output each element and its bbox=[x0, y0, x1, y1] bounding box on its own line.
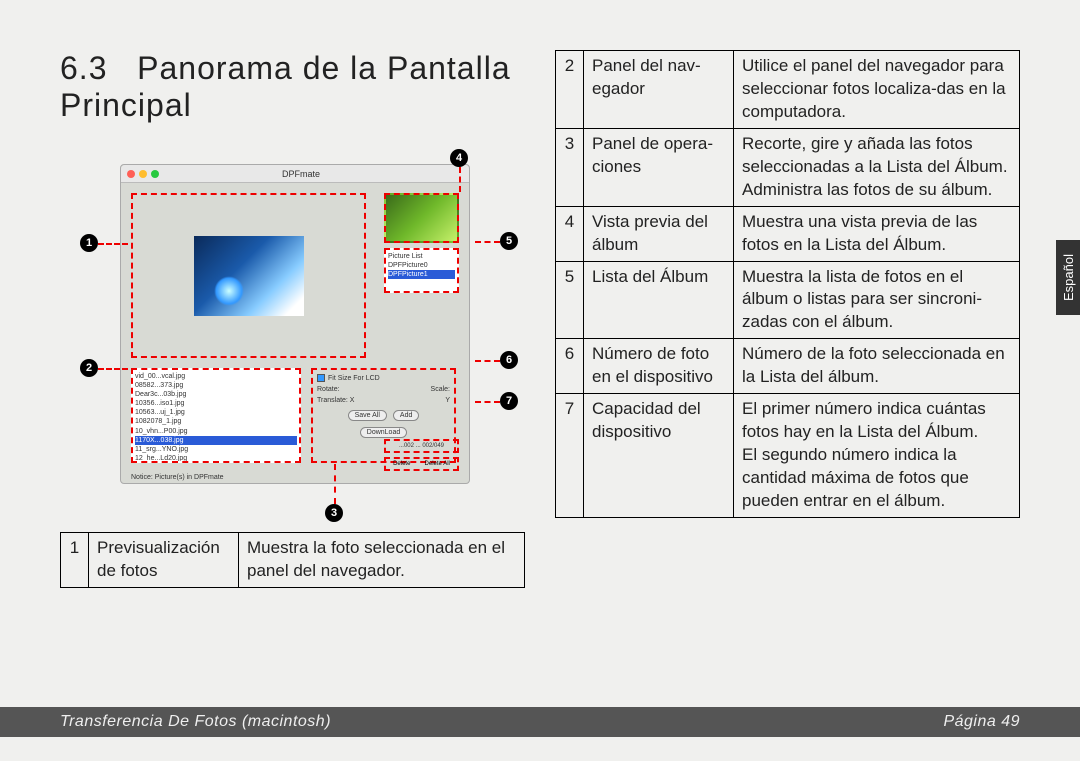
file-item: Dear3c...03b.jpg bbox=[135, 390, 297, 399]
y-label: Y bbox=[445, 397, 450, 404]
callout-6: 6 bbox=[500, 351, 518, 369]
content-area: 6.3 Panorama de la Pantalla Principal 1 … bbox=[60, 50, 1020, 681]
callout-3: 3 bbox=[325, 504, 343, 522]
legend-name: Lista del Álbum bbox=[584, 261, 734, 339]
file-item: 11_srg...YNO.jpg bbox=[135, 445, 297, 454]
legend-name: Previsualización de fotos bbox=[89, 533, 239, 588]
album-preview-region bbox=[384, 193, 459, 243]
callout-1: 1 bbox=[80, 234, 98, 252]
leader-1 bbox=[98, 243, 128, 245]
window-body: Picture List DPFPicture0 DPFPicture1 vid… bbox=[121, 183, 469, 483]
delete-all-button[interactable]: Delete All bbox=[425, 461, 450, 467]
delete-button[interactable]: Delete bbox=[393, 461, 410, 467]
picture-list-item-selected: DPFPicture1 bbox=[388, 270, 455, 279]
download-button[interactable]: DownLoad bbox=[360, 427, 407, 438]
legend-name: Vista previa del álbum bbox=[584, 206, 734, 261]
app-window: DPFmate Picture List DPFPicture0 DPFPict… bbox=[120, 164, 470, 484]
legend-num: 2 bbox=[556, 51, 584, 129]
leader-4 bbox=[459, 167, 461, 192]
window-title: DPFmate bbox=[163, 169, 439, 179]
navigator-panel-region: vid_00...vcal.jpg 08582...373.jpg Dear3c… bbox=[131, 368, 301, 463]
heading-number: 6.3 bbox=[60, 50, 107, 86]
callout-7: 7 bbox=[500, 392, 518, 410]
minimize-icon[interactable] bbox=[139, 170, 147, 178]
heading-text: Panorama de la Pantalla Principal bbox=[60, 50, 511, 123]
album-list-region: Picture List DPFPicture0 DPFPicture1 bbox=[384, 248, 459, 293]
fit-label: Fit Size For LCD bbox=[328, 375, 380, 382]
legend-name: Número de foto en el dispositivo bbox=[584, 339, 734, 394]
translate-label: Translate: X bbox=[317, 397, 354, 404]
leader-6 bbox=[475, 360, 500, 362]
legend-desc: Utilice el panel del navegador para sele… bbox=[734, 51, 1020, 129]
language-tab: Español bbox=[1056, 240, 1080, 315]
legend-num: 6 bbox=[556, 339, 584, 394]
legend-num: 4 bbox=[556, 206, 584, 261]
file-item: vid_00...vcal.jpg bbox=[135, 372, 297, 381]
callout-2: 2 bbox=[80, 359, 98, 377]
manual-page: 6.3 Panorama de la Pantalla Principal 1 … bbox=[0, 0, 1080, 761]
counter-vals: ...002 ... 002/049 bbox=[399, 443, 444, 449]
capacity-region: Delete Delete All bbox=[384, 457, 459, 471]
file-item: 12_he...Ld20.jpg bbox=[135, 454, 297, 463]
leader-2 bbox=[98, 368, 128, 370]
leader-5 bbox=[475, 241, 500, 243]
file-item: 10563...uj_1.jpg bbox=[135, 408, 297, 417]
file-item-selected: 1170X...038.jpg bbox=[135, 436, 297, 445]
legend-desc: Recorte, gire y añada las fotos seleccio… bbox=[734, 128, 1020, 206]
legend-desc: Número de la foto seleccionada en la Lis… bbox=[734, 339, 1020, 394]
checkbox-icon[interactable] bbox=[317, 374, 325, 382]
preview-image bbox=[194, 236, 304, 316]
table-row: 3Panel de opera-cionesRecorte, gire y añ… bbox=[556, 128, 1020, 206]
legend-num: 5 bbox=[556, 261, 584, 339]
footer-page-number: Página 49 bbox=[943, 713, 1020, 731]
callout-5: 5 bbox=[500, 232, 518, 250]
legend-desc: Muestra la foto seleccionada en el panel… bbox=[239, 533, 525, 588]
legend-num: 1 bbox=[61, 533, 89, 588]
file-item: 10_vhn...P00.jpg bbox=[135, 427, 297, 436]
legend-desc: Muestra la lista de fotos en el álbum o … bbox=[734, 261, 1020, 339]
legend-name: Panel de opera-ciones bbox=[584, 128, 734, 206]
titlebar: DPFmate bbox=[121, 165, 469, 183]
photo-preview-region bbox=[131, 193, 366, 358]
photo-counter-region: ...002 ... 002/049 bbox=[384, 439, 459, 453]
table-row: 1 Previsualización de fotos Muestra la f… bbox=[61, 533, 525, 588]
legend-name: Panel del nav-egador bbox=[584, 51, 734, 129]
section-heading: 6.3 Panorama de la Pantalla Principal bbox=[60, 50, 525, 124]
page-footer: Transferencia De Fotos (macintosh) Págin… bbox=[0, 707, 1080, 737]
annotated-screenshot: 1 2 3 4 5 6 7 DPF bbox=[60, 144, 520, 524]
language-label: Español bbox=[1061, 254, 1076, 301]
picture-list-item: DPFPicture0 bbox=[388, 262, 428, 269]
right-column: 2Panel del nav-egadorUtilice el panel de… bbox=[555, 50, 1020, 681]
add-button[interactable]: Add bbox=[393, 410, 419, 421]
legend-desc: El primer número indica cuántas fotos ha… bbox=[734, 394, 1020, 518]
legend-desc: Muestra una vista previa de las fotos en… bbox=[734, 206, 1020, 261]
notice-text: Notice: Picture(s) in DPFmate bbox=[131, 474, 224, 481]
table-row: 5Lista del ÁlbumMuestra la lista de foto… bbox=[556, 261, 1020, 339]
leader-7 bbox=[475, 401, 500, 403]
table-row: 2Panel del nav-egadorUtilice el panel de… bbox=[556, 51, 1020, 129]
table-row: 6Número de foto en el dispositivoNúmero … bbox=[556, 339, 1020, 394]
left-column: 6.3 Panorama de la Pantalla Principal 1 … bbox=[60, 50, 525, 681]
legend-num: 7 bbox=[556, 394, 584, 518]
leader-3 bbox=[334, 464, 336, 504]
legend-name: Capacidad del dispositivo bbox=[584, 394, 734, 518]
legend-table-right: 2Panel del nav-egadorUtilice el panel de… bbox=[555, 50, 1020, 518]
table-row: 4Vista previa del álbumMuestra una vista… bbox=[556, 206, 1020, 261]
rotate-label: Rotate: bbox=[317, 386, 340, 393]
picture-list-header: Picture List bbox=[388, 253, 423, 260]
file-item: 10356...iso1.jpg bbox=[135, 399, 297, 408]
scale-label: Scale: bbox=[431, 386, 450, 393]
zoom-icon[interactable] bbox=[151, 170, 159, 178]
legend-num: 3 bbox=[556, 128, 584, 206]
file-item: 08582...373.jpg bbox=[135, 381, 297, 390]
file-item: 1082078_1.jpg bbox=[135, 417, 297, 426]
table-row: 7Capacidad del dispositivoEl primer núme… bbox=[556, 394, 1020, 518]
close-icon[interactable] bbox=[127, 170, 135, 178]
callout-4: 4 bbox=[450, 149, 468, 167]
legend-table-left: 1 Previsualización de fotos Muestra la f… bbox=[60, 532, 525, 588]
footer-section-title: Transferencia De Fotos (macintosh) bbox=[60, 713, 331, 731]
save-all-button[interactable]: Save All bbox=[348, 410, 387, 421]
